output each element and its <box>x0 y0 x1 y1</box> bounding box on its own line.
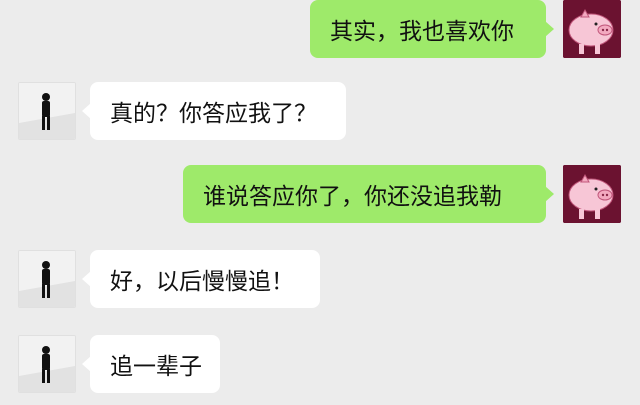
message-bubble-outgoing[interactable]: 谁说答应你了，你还没追我勒 <box>183 165 554 223</box>
pig-avatar-icon[interactable] <box>563 0 621 58</box>
person-avatar-icon[interactable] <box>18 250 76 308</box>
person-avatar-icon[interactable] <box>18 82 76 140</box>
pig-avatar-icon[interactable] <box>563 165 621 223</box>
message-bubble-incoming[interactable]: 真的？你答应我了？ <box>82 82 346 140</box>
message-bubble-incoming[interactable]: 追一辈子 <box>82 335 220 393</box>
message-text: 追一辈子 <box>110 354 202 380</box>
message-text: 真的？你答应我了？ <box>110 101 317 127</box>
message-bubble-outgoing[interactable]: 其实，我也喜欢你 <box>310 0 554 58</box>
message-text: 其实，我也喜欢你 <box>330 19 514 45</box>
person-avatar-icon[interactable] <box>18 335 76 393</box>
message-text: 谁说答应你了，你还没追我勒 <box>203 184 502 210</box>
message-text: 好，以后慢慢追！ <box>110 269 294 295</box>
message-bubble-incoming[interactable]: 好，以后慢慢追！ <box>82 250 320 308</box>
